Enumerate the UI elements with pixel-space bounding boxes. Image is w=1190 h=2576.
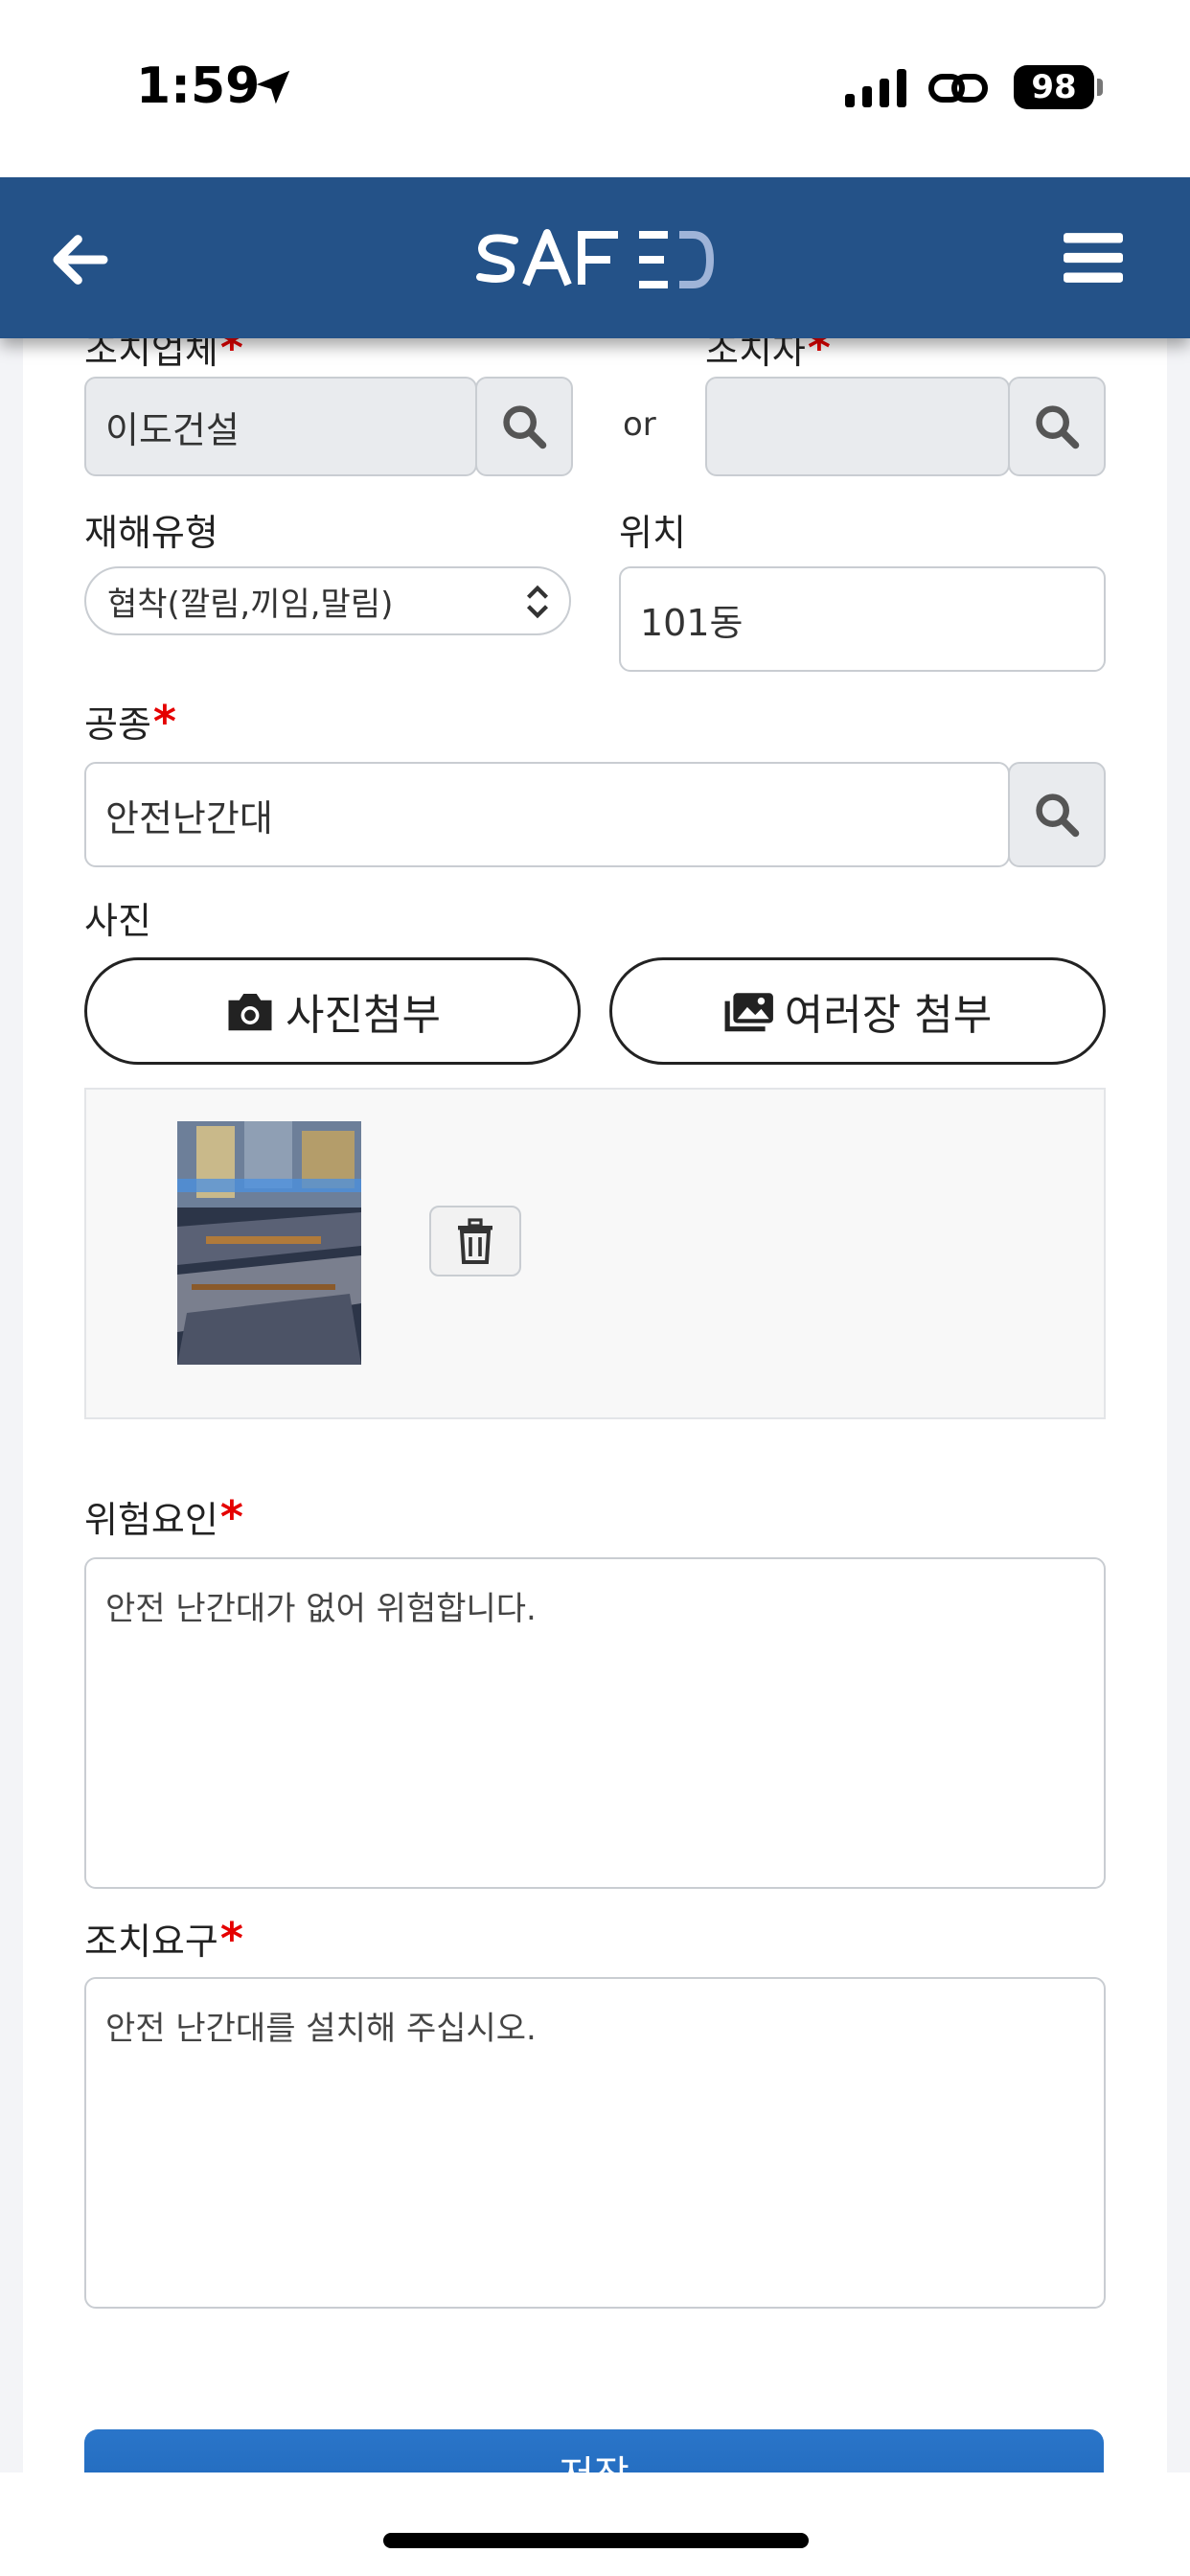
camera-icon: [228, 994, 272, 1031]
photo-label: 사진: [84, 900, 151, 942]
multi-photo-attach-button[interactable]: 여러장 첨부: [609, 957, 1106, 1065]
cellular-signal-icon: [845, 69, 906, 107]
company-search-button[interactable]: [475, 377, 573, 476]
work-type-field[interactable]: 안전난간대: [84, 762, 1010, 867]
trash-icon: [458, 1218, 492, 1264]
location-field[interactable]: 101동: [619, 566, 1106, 672]
battery-level: 98: [1014, 65, 1094, 109]
construction-photo-image: [177, 1121, 361, 1365]
photo-attach-button[interactable]: 사진첨부: [84, 957, 581, 1065]
app-page[interactable]: 조치업체* 조치자* 이도건설 or 재해유형 위치 협착(깔림,끼임,말림) …: [0, 177, 1190, 2472]
delete-photo-button[interactable]: [429, 1206, 521, 1276]
person-field[interactable]: [705, 377, 1010, 476]
app-header: [0, 177, 1190, 338]
hamburger-menu-icon[interactable]: [1064, 230, 1123, 286]
battery-cap: [1097, 79, 1103, 96]
search-icon: [1036, 794, 1080, 838]
hotspot-link-icon: [928, 74, 988, 103]
person-search-button[interactable]: [1008, 377, 1106, 476]
chevron-updown-icon: [526, 585, 549, 619]
location-label: 위치: [619, 512, 686, 554]
risk-factor-textarea[interactable]: 안전 난간대가 없어 위험합니다.: [84, 1557, 1106, 1889]
action-request-label: 조치요구*: [84, 1913, 243, 1965]
company-field[interactable]: 이도건설: [84, 377, 477, 476]
submit-button[interactable]: 저장: [84, 2429, 1104, 2472]
photo-attach-label: 사진첨부: [286, 991, 441, 1040]
work-type-search-button[interactable]: [1008, 762, 1106, 867]
search-icon: [1036, 405, 1080, 449]
accident-type-value: 협착(깔림,끼임,말림): [107, 585, 394, 624]
or-separator: or: [623, 405, 656, 444]
multi-photo-attach-label: 여러장 첨부: [784, 991, 993, 1040]
status-bar: 1:59 98: [0, 0, 1190, 177]
safe-area-footer: [0, 2472, 1190, 2576]
accident-type-label: 재해유형: [84, 512, 218, 554]
search-icon: [503, 405, 547, 449]
images-icon: [724, 993, 773, 1032]
accident-type-select[interactable]: 협착(깔림,끼임,말림): [84, 566, 571, 635]
risk-factor-label: 위험요인*: [84, 1491, 243, 1543]
home-indicator[interactable]: [383, 2533, 809, 2548]
status-time: 1:59: [136, 58, 261, 115]
action-request-textarea[interactable]: 안전 난간대를 설치해 주십시오.: [84, 1977, 1106, 2309]
back-arrow-icon[interactable]: [48, 229, 113, 290]
safed-logo: [476, 229, 714, 288]
work-type-label: 공종*: [84, 696, 176, 748]
photo-thumbnail[interactable]: [177, 1121, 361, 1365]
location-arrow-icon: [256, 70, 290, 104]
